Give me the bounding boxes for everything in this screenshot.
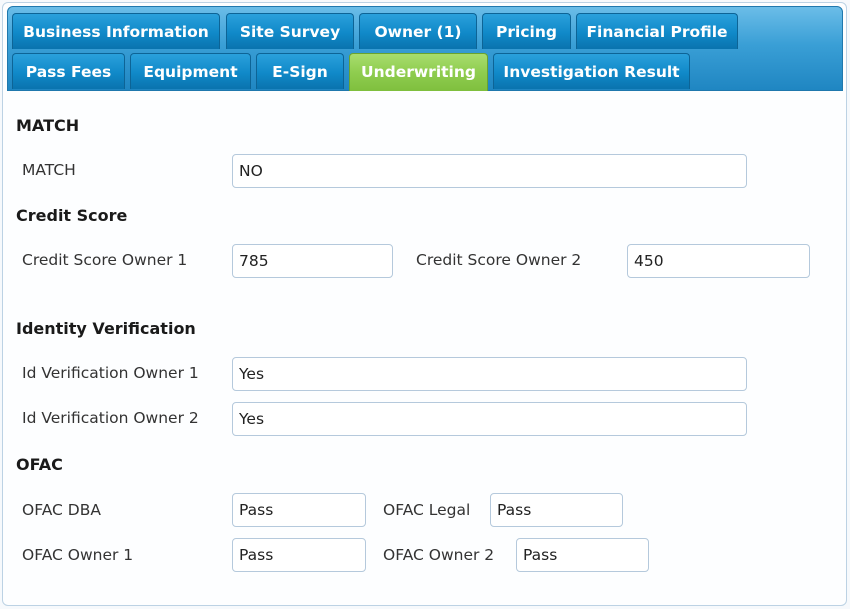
- ofac-owner-1-field[interactable]: [232, 538, 366, 572]
- ofac-legal-field[interactable]: [490, 493, 623, 527]
- ofac-dba-field[interactable]: [232, 493, 366, 527]
- credit-score-owner-2-label: Credit Score Owner 2: [416, 251, 582, 269]
- tab-underwriting[interactable]: Underwriting: [349, 53, 488, 91]
- ofac-owner-2-label: OFAC Owner 2: [383, 546, 495, 564]
- ofac-legal-label: OFAC Legal: [383, 501, 471, 519]
- match-field[interactable]: [232, 154, 747, 188]
- tab-financial-profile[interactable]: Financial Profile: [576, 13, 738, 49]
- credit-score-owner-1-field[interactable]: [232, 244, 393, 278]
- ofac-dba-label: OFAC DBA: [22, 501, 101, 519]
- id-verification-owner-2-label: Id Verification Owner 2: [22, 409, 199, 427]
- tab-business-information[interactable]: Business Information: [12, 13, 220, 49]
- ofac-owner-2-field[interactable]: [516, 538, 649, 572]
- id-verification-owner-2-field[interactable]: [232, 402, 747, 436]
- section-title-ofac: OFAC: [16, 455, 63, 474]
- tab-site-survey[interactable]: Site Survey: [226, 13, 354, 49]
- tab-pricing[interactable]: Pricing: [482, 13, 571, 49]
- match-label: MATCH: [22, 161, 76, 179]
- ofac-owner-1-label: OFAC Owner 1: [22, 546, 134, 564]
- section-title-match: MATCH: [16, 116, 80, 135]
- section-title-credit-score: Credit Score: [16, 206, 128, 225]
- tab-investigation-result[interactable]: Investigation Result: [493, 53, 690, 89]
- tab-equipment[interactable]: Equipment: [130, 53, 251, 89]
- id-verification-owner-1-label: Id Verification Owner 1: [22, 364, 199, 382]
- section-title-identity-verification: Identity Verification: [16, 319, 196, 338]
- tab-e-sign[interactable]: E-Sign: [256, 53, 344, 89]
- tab-pass-fees[interactable]: Pass Fees: [12, 53, 125, 89]
- tab-owner[interactable]: Owner (1): [359, 13, 477, 49]
- credit-score-owner-2-field[interactable]: [627, 244, 810, 278]
- credit-score-owner-1-label: Credit Score Owner 1: [22, 251, 188, 269]
- id-verification-owner-1-field[interactable]: [232, 357, 747, 391]
